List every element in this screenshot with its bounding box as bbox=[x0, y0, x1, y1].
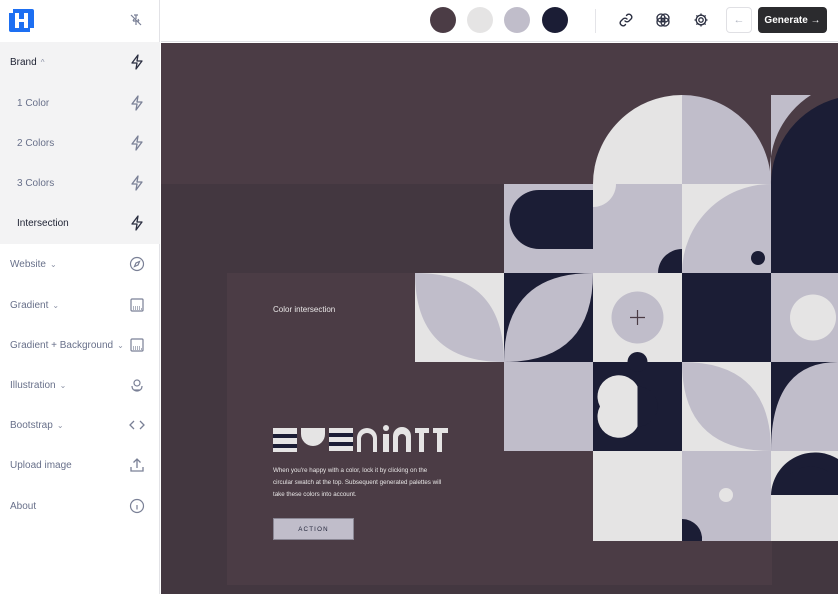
code-icon[interactable] bbox=[129, 417, 145, 433]
sidebar: Brand ^ 1 Color 2 Colors 3 Colors Inters… bbox=[0, 0, 160, 594]
sidebar-item-label: Intersection bbox=[17, 217, 69, 229]
lightning-icon[interactable] bbox=[129, 54, 145, 70]
chevron-down-icon: ⌄ bbox=[49, 259, 57, 269]
chevron-down-icon: ⌄ bbox=[52, 300, 60, 310]
toolbar-divider bbox=[595, 9, 596, 33]
lightning-icon[interactable] bbox=[129, 135, 145, 151]
sidebar-item-gradient[interactable]: Gradient ⌄ bbox=[0, 285, 160, 325]
color-swatch-2[interactable] bbox=[467, 7, 493, 33]
sidebar-item-label: 3 Colors bbox=[17, 177, 55, 189]
info-icon[interactable] bbox=[129, 498, 145, 514]
sidebar-item-3-colors[interactable]: 3 Colors bbox=[0, 163, 160, 203]
gradient-background-icon[interactable] bbox=[129, 337, 145, 353]
lightning-icon[interactable] bbox=[129, 175, 145, 191]
generate-button[interactable]: Generate → bbox=[758, 7, 827, 33]
app-logo[interactable] bbox=[9, 9, 34, 32]
sidebar-item-label: About bbox=[10, 500, 37, 512]
arrow-left-icon: ← bbox=[733, 14, 745, 26]
sidebar-item-bootstrap[interactable]: Bootstrap ⌄ bbox=[0, 405, 160, 445]
sidebar-item-intersection[interactable]: Intersection bbox=[0, 203, 160, 243]
generate-label: Generate → bbox=[764, 14, 821, 26]
sidebar-item-label: Bootstrap bbox=[10, 419, 53, 431]
sidebar-item-website[interactable]: Website ⌄ bbox=[0, 244, 160, 284]
sidebar-item-about[interactable]: About bbox=[0, 486, 160, 526]
top-toolbar: ← Generate → bbox=[161, 0, 838, 42]
sidebar-item-1-color[interactable]: 1 Color bbox=[0, 83, 160, 123]
lightning-icon[interactable] bbox=[129, 215, 145, 231]
sidebar-item-label: 1 Color bbox=[17, 97, 50, 109]
chevron-down-icon: ⌄ bbox=[59, 380, 67, 390]
sidebar-item-label: Illustration bbox=[10, 379, 56, 391]
back-button[interactable]: ← bbox=[726, 7, 752, 33]
sidebar-item-illustration[interactable]: Illustration ⌄ bbox=[0, 365, 160, 405]
sidebar-item-label: 2 Colors bbox=[17, 137, 55, 149]
preview-canvas: Color intersection When you're happy wit… bbox=[161, 43, 838, 594]
chevron-down-icon: ⌄ bbox=[56, 420, 64, 430]
sidebar-item-label: Brand bbox=[10, 56, 37, 68]
upload-icon[interactable] bbox=[129, 457, 145, 473]
sidebar-item-label: Upload image bbox=[10, 459, 72, 471]
gradient-icon[interactable] bbox=[129, 297, 145, 313]
sidebar-item-2-colors[interactable]: 2 Colors bbox=[0, 123, 160, 163]
pin-off-icon[interactable] bbox=[129, 13, 143, 27]
geometric-illustration bbox=[273, 95, 838, 541]
color-swatch-4[interactable] bbox=[542, 7, 568, 33]
link-icon[interactable] bbox=[618, 12, 634, 28]
sidebar-item-brand[interactable]: Brand ^ bbox=[0, 42, 160, 82]
sidebar-item-upload-image[interactable]: Upload image bbox=[0, 445, 160, 485]
sidebar-item-label: Gradient + Background bbox=[10, 339, 114, 351]
lightning-icon[interactable] bbox=[129, 95, 145, 111]
intersection-icon[interactable] bbox=[655, 12, 671, 28]
brand-group: Brand ^ 1 Color 2 Colors 3 Colors Inters… bbox=[0, 42, 160, 244]
illustration-icon[interactable] bbox=[129, 377, 145, 393]
sidebar-item-gradient-background[interactable]: Gradient + Background ⌄ bbox=[0, 325, 160, 365]
sidebar-item-label: Gradient bbox=[10, 299, 49, 311]
gear-icon[interactable] bbox=[693, 12, 709, 28]
chevron-up-icon: ^ bbox=[40, 57, 45, 67]
sidebar-item-label: Website bbox=[10, 258, 46, 270]
color-swatch-1[interactable] bbox=[430, 7, 456, 33]
compass-icon[interactable] bbox=[129, 256, 145, 272]
chevron-down-icon: ⌄ bbox=[117, 340, 124, 350]
color-swatch-3[interactable] bbox=[504, 7, 530, 33]
